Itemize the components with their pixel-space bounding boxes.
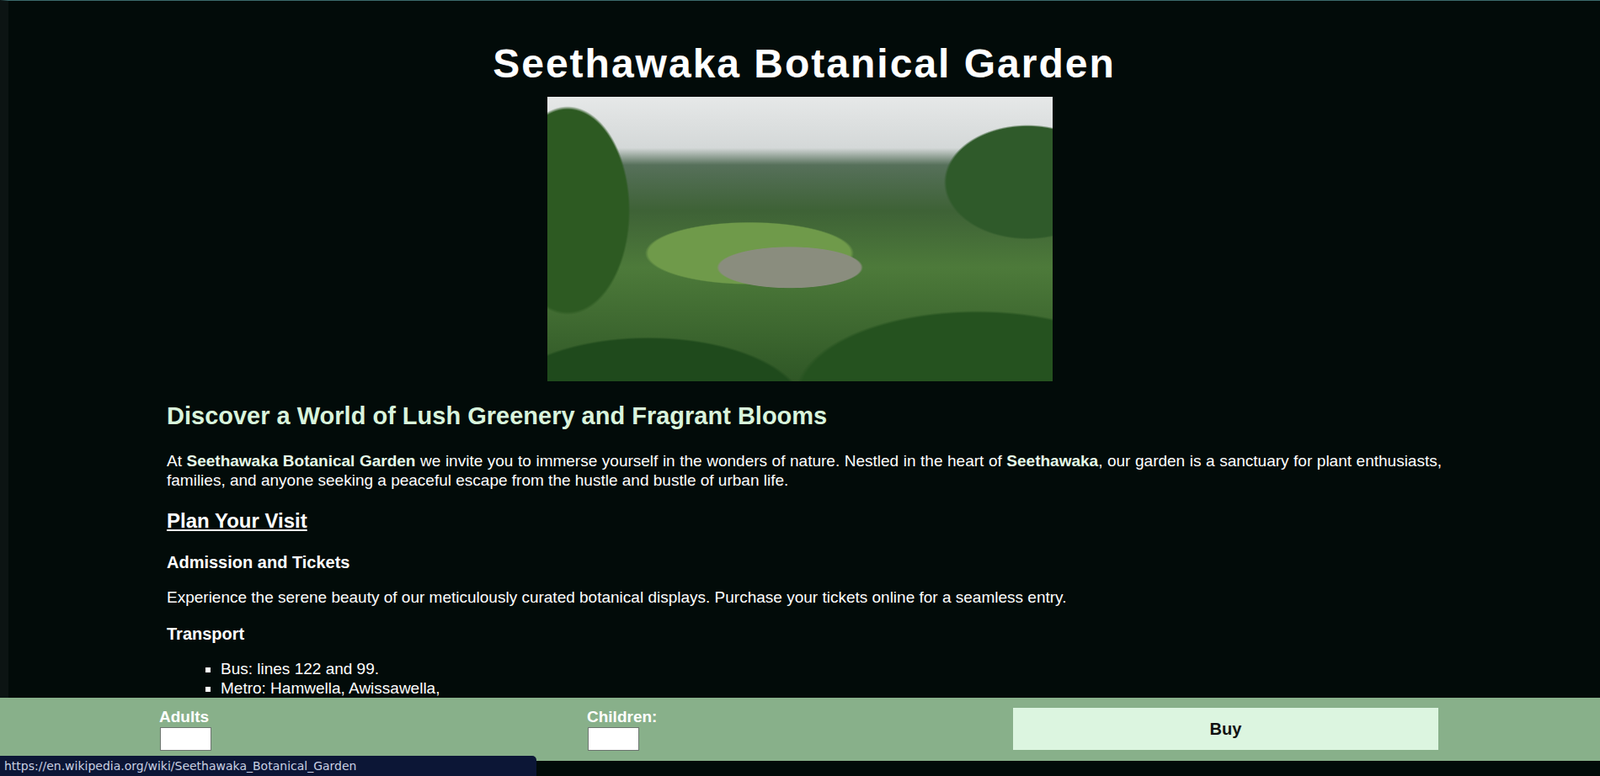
intro-text: At [166, 452, 187, 470]
buy-button[interactable]: Buy [1013, 708, 1439, 751]
intro-paragraph: At Seethawaka Botanical Garden we invite… [166, 451, 1442, 491]
transport-item: Bus: lines 122 and 99. [220, 659, 1442, 679]
status-url: https://en.wikipedia.org/wiki/Seethawaka… [0, 756, 537, 776]
headline: Discover a World of Lush Greenery and Fr… [166, 401, 1442, 431]
section: Transport Bus: lines 122 and 99.Metro: Ha… [166, 624, 1442, 699]
ticket-count-input[interactable] [587, 727, 640, 752]
main-content: Discover a World of Lush Greenery and Fr… [8, 381, 1600, 699]
intro-text: Seethawaka [1006, 452, 1099, 470]
section-heading: Transport [166, 624, 1442, 645]
field-label: Adults [159, 708, 209, 727]
transport-list: Bus: lines 122 and 99.Metro: Hamwella, A… [166, 659, 1442, 699]
ticket-field: Adults [159, 708, 587, 752]
section-heading: Admission and Tickets [166, 552, 1442, 573]
ticket-field: Children: [586, 708, 1015, 752]
intro-text: we invite you to immerse yourself in the… [415, 452, 1007, 470]
section-text: Experience the serene beauty of our meti… [166, 587, 1442, 608]
section: Admission and Tickets Experience the sere… [166, 552, 1442, 608]
ticket-bar: Adults Children: Buy [0, 698, 1600, 762]
ticket-count-input[interactable] [160, 727, 212, 752]
intro-text: Seethawaka Botanical Garden [186, 452, 416, 470]
field-label: Children: [586, 708, 657, 727]
garden-photo [547, 96, 1053, 382]
transport-item: Metro: Hamwella, Awissawella, [220, 678, 1442, 699]
page-title: Seethawaka Botanical Garden [8, 0, 1600, 86]
plan-heading: Plan Your Visit [166, 509, 1442, 534]
